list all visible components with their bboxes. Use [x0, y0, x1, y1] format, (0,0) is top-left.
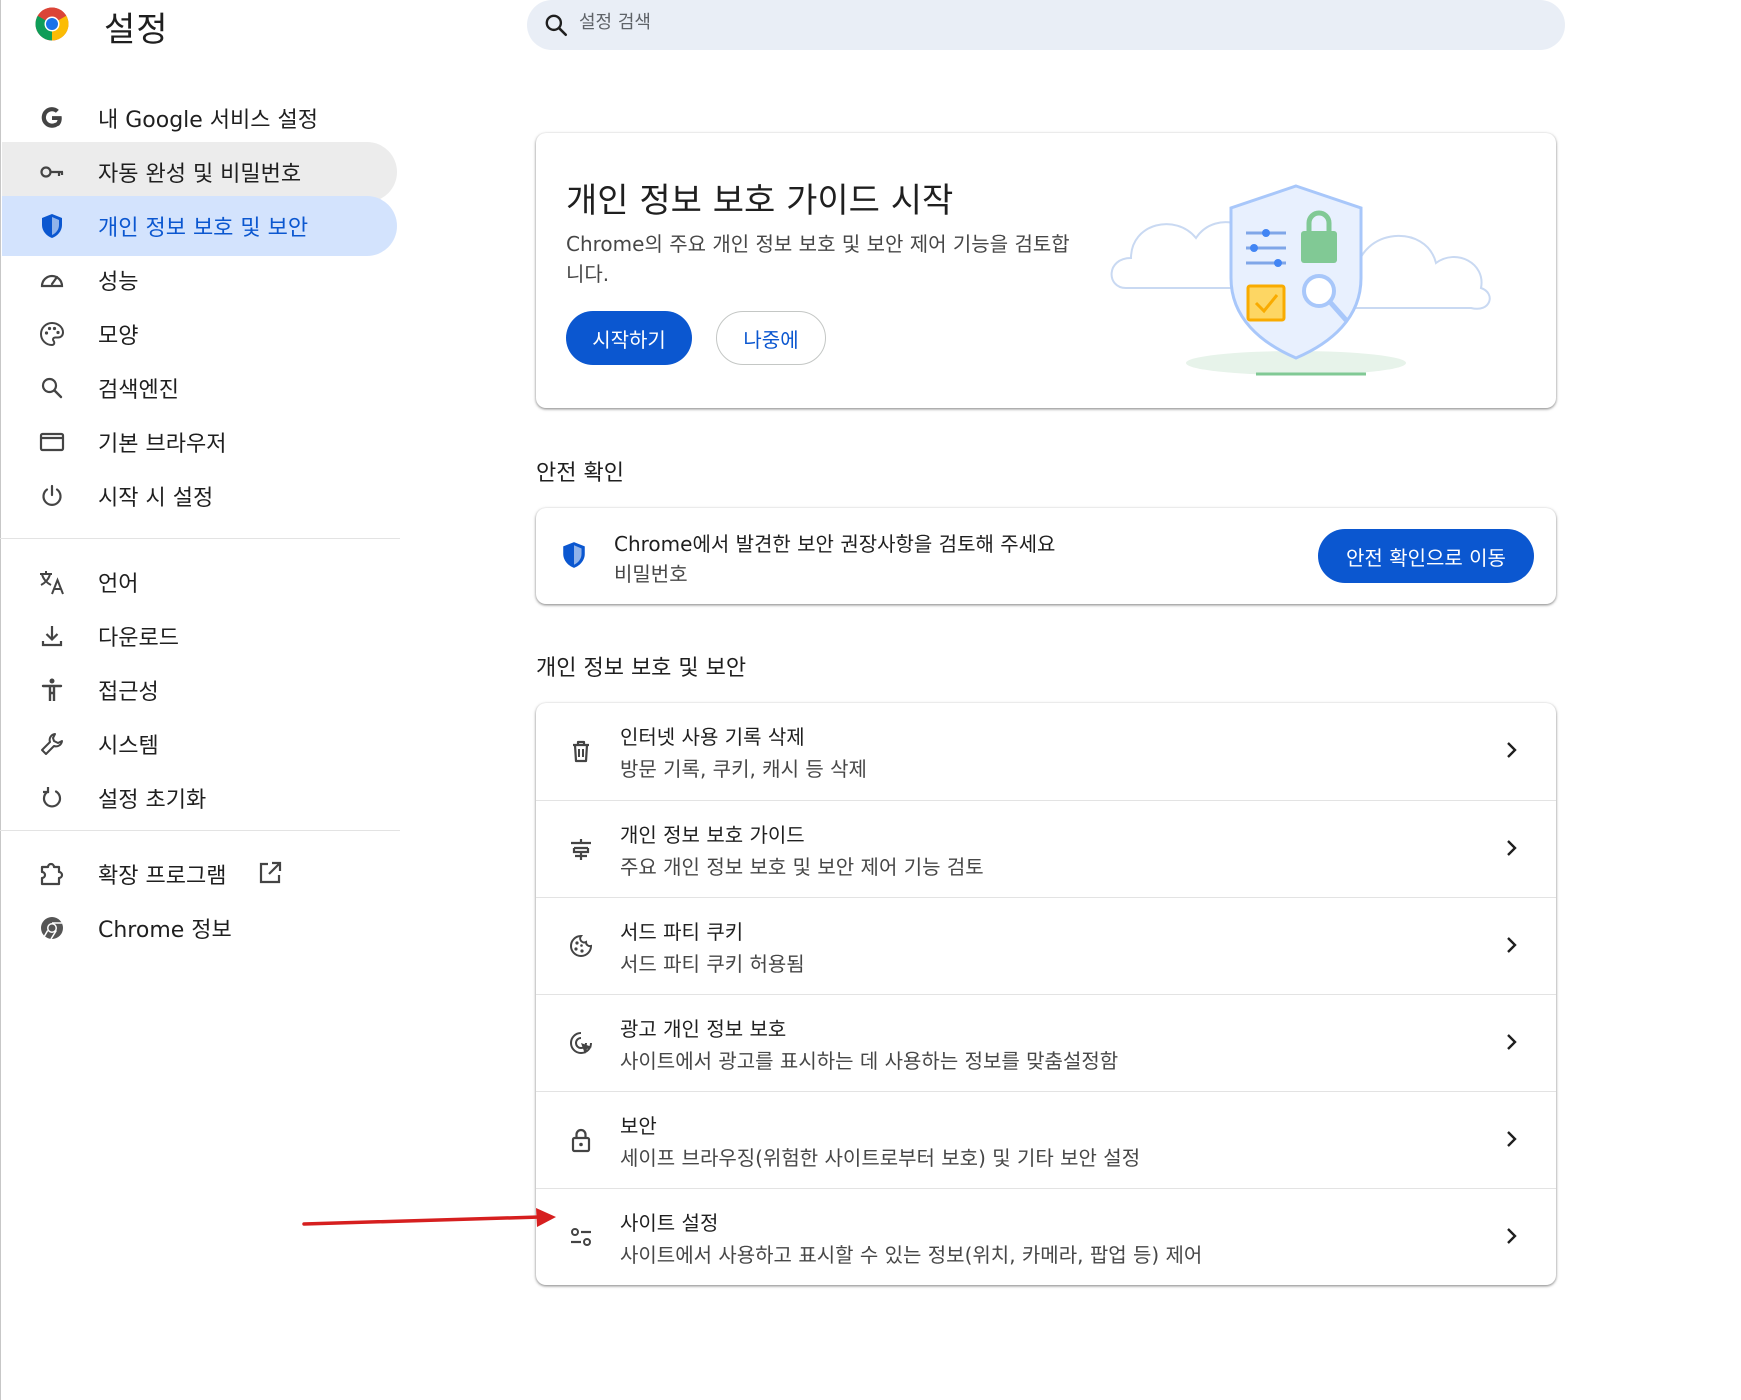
sidebar-item-reset-settings[interactable]: 설정 초기화: [2, 768, 397, 828]
sidebar-item-appearance[interactable]: 모양: [2, 304, 397, 364]
trash-icon: [566, 736, 596, 766]
sidebar-item-search-engine[interactable]: 검색엔진: [2, 358, 397, 418]
search-icon: [38, 374, 66, 402]
chrome-icon: [38, 914, 66, 942]
chevron-right-icon: [1507, 1034, 1517, 1050]
window-left-border: [0, 0, 1, 1400]
row-clear-browsing-data[interactable]: 인터넷 사용 기록 삭제 방문 기록, 쿠키, 캐시 등 삭제: [536, 703, 1556, 800]
later-button[interactable]: 나중에: [716, 311, 826, 365]
row-title: 사이트 설정: [620, 1211, 719, 1235]
sidebar-item-autofill[interactable]: 자동 완성 및 비밀번호: [2, 142, 397, 202]
chevron-right-icon: [1507, 840, 1517, 856]
power-icon: [38, 482, 66, 510]
download-icon: [38, 622, 66, 650]
wrench-icon: [38, 730, 66, 758]
start-button[interactable]: 시작하기: [566, 311, 692, 365]
privacy-guide-card: 개인 정보 보호 가이드 시작 Chrome의 주요 개인 정보 보호 및 보안…: [536, 133, 1556, 408]
sidebar-item-extensions[interactable]: 확장 프로그램: [2, 844, 397, 904]
row-third-party-cookies[interactable]: 서드 파티 쿠키 서드 파티 쿠키 허용됨: [536, 897, 1556, 994]
chevron-right-icon: [1507, 1228, 1517, 1244]
row-subtitle: 서드 파티 쿠키 허용됨: [620, 952, 805, 976]
sidebar-item-system[interactable]: 시스템: [2, 714, 397, 774]
ad-privacy-icon: [566, 1028, 596, 1058]
annotation-arrow-icon: [302, 1208, 556, 1227]
chevron-right-icon: [1507, 742, 1517, 758]
sidebar-item-label: 언어: [98, 572, 139, 597]
go-to-safety-check-button[interactable]: 안전 확인으로 이동: [1318, 529, 1534, 583]
search-input[interactable]: [579, 0, 1479, 44]
row-subtitle: 방문 기록, 쿠키, 캐시 등 삭제: [620, 757, 867, 781]
row-title: 광고 개인 정보 보호: [620, 1017, 787, 1041]
google-g-icon: [38, 104, 66, 132]
row-site-settings[interactable]: 사이트 설정 사이트에서 사용하고 표시할 수 있는 정보(위치, 카메라, 팝…: [536, 1188, 1556, 1285]
row-subtitle: 세이프 브라우징(위험한 사이트로부터 보호) 및 기타 보안 설정: [620, 1146, 1141, 1170]
sidebar-divider: [0, 830, 400, 831]
chevron-right-icon: [1507, 1131, 1517, 1147]
sidebar-item-google-services[interactable]: 내 Google 서비스 설정: [2, 88, 397, 148]
puzzle-icon: [38, 860, 66, 888]
reset-icon: [38, 784, 66, 812]
sidebar-item-label: 모양: [98, 324, 139, 349]
sidebar-item-label: 자동 완성 및 비밀번호: [98, 162, 302, 187]
search-icon: [545, 14, 568, 37]
sidebar-item-about-chrome[interactable]: Chrome 정보: [2, 898, 397, 958]
sidebar-item-default-browser[interactable]: 기본 브라우저: [2, 412, 397, 472]
site-settings-icon: [566, 1222, 596, 1252]
privacy-section-heading: 개인 정보 보호 및 보안: [536, 656, 747, 681]
sidebar-item-label: 시작 시 설정: [98, 486, 214, 511]
sidebar-item-accessibility[interactable]: 접근성: [2, 660, 397, 720]
key-icon: [38, 158, 66, 186]
sidebar-item-label: 접근성: [98, 680, 159, 705]
row-subtitle: 사이트에서 사용하고 표시할 수 있는 정보(위치, 카메라, 팝업 등) 제어: [620, 1243, 1203, 1267]
privacy-guide-icon: [566, 834, 596, 864]
cookie-icon: [566, 931, 596, 961]
browser-window-icon: [38, 428, 66, 456]
sidebar-item-label: 다운로드: [98, 626, 179, 651]
search-bar[interactable]: [527, 0, 1565, 50]
sidebar-item-label: 확장 프로그램: [98, 864, 227, 889]
palette-icon: [38, 320, 66, 348]
open-in-new-icon: [259, 861, 282, 884]
page-title: 설정: [104, 10, 169, 50]
sidebar-item-label: 검색엔진: [98, 378, 179, 403]
row-title: 서드 파티 쿠키: [620, 920, 744, 944]
sidebar-item-label: 설정 초기화: [98, 788, 207, 813]
privacy-guide-description: Chrome의 주요 개인 정보 보호 및 보안 제어 기능을 검토합니다.: [566, 232, 1070, 286]
safety-check-card: Chrome에서 발견한 보안 권장사항을 검토해 주세요 비밀번호 안전 확인…: [536, 508, 1556, 604]
safety-check-title: Chrome에서 발견한 보안 권장사항을 검토해 주세요: [614, 532, 1056, 556]
sidebar-item-on-startup[interactable]: 시작 시 설정: [2, 466, 397, 526]
sidebar-item-privacy-security[interactable]: 개인 정보 보호 및 보안: [2, 196, 397, 256]
sidebar-item-label: Chrome 정보: [98, 918, 232, 943]
sidebar-item-label: 내 Google 서비스 설정: [98, 108, 318, 133]
sidebar-item-performance[interactable]: 성능: [2, 250, 397, 310]
speedometer-icon: [38, 266, 66, 294]
row-subtitle: 주요 개인 정보 보호 및 보안 제어 기능 검토: [620, 855, 984, 879]
privacy-shield-illustration: [1110, 184, 1491, 376]
sidebar-item-label: 시스템: [98, 734, 159, 759]
sidebar-item-label: 성능: [98, 270, 139, 295]
accessibility-icon: [38, 676, 66, 704]
sidebar-item-label: 개인 정보 보호 및 보안: [98, 216, 309, 241]
row-security[interactable]: 보안 세이프 브라우징(위험한 사이트로부터 보호) 및 기타 보안 설정: [536, 1091, 1556, 1188]
safety-check-heading: 안전 확인: [536, 461, 624, 486]
row-title: 인터넷 사용 기록 삭제: [620, 725, 805, 749]
shield-icon: [563, 542, 585, 568]
privacy-guide-title: 개인 정보 보호 가이드 시작: [566, 181, 954, 221]
chrome-logo-icon: [35, 7, 69, 41]
row-subtitle: 사이트에서 광고를 표시하는 데 사용하는 정보를 맞춤설정함: [620, 1049, 1119, 1073]
safety-check-subtitle: 비밀번호: [614, 562, 688, 586]
chevron-right-icon: [1507, 937, 1517, 953]
privacy-settings-card: 인터넷 사용 기록 삭제 방문 기록, 쿠키, 캐시 등 삭제 개인 정보 보호…: [536, 703, 1556, 1285]
sidebar-divider: [0, 538, 400, 539]
row-ad-privacy[interactable]: 광고 개인 정보 보호 사이트에서 광고를 표시하는 데 사용하는 정보를 맞춤…: [536, 994, 1556, 1091]
row-title: 개인 정보 보호 가이드: [620, 823, 805, 847]
sidebar-item-label: 기본 브라우저: [98, 432, 227, 457]
shield-icon: [38, 212, 66, 240]
row-privacy-guide[interactable]: 개인 정보 보호 가이드 주요 개인 정보 보호 및 보안 제어 기능 검토: [536, 800, 1556, 897]
row-title: 보안: [620, 1114, 657, 1138]
lock-icon: [566, 1125, 596, 1155]
sidebar-item-downloads[interactable]: 다운로드: [2, 606, 397, 666]
sidebar-item-languages[interactable]: 언어: [2, 552, 397, 612]
translate-icon: [38, 568, 66, 596]
